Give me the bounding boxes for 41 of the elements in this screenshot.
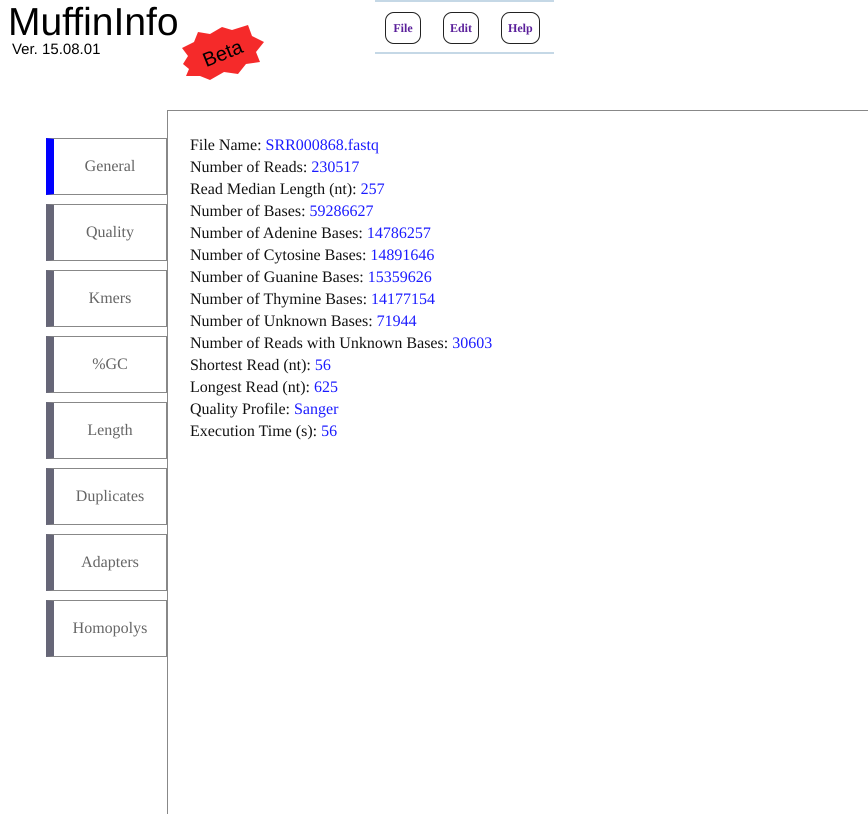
version-label: Ver. 15.08.01 <box>11 42 102 58</box>
info-label: Number of Guanine Bases: <box>190 269 364 286</box>
info-label: Read Median Length (nt): <box>190 181 357 198</box>
info-value: 625 <box>314 379 338 396</box>
sidebar-tab[interactable]: General <box>46 138 167 195</box>
info-label: Execution Time (s): <box>190 423 318 440</box>
menu-button[interactable]: Edit <box>443 12 480 44</box>
info-label: File Name: <box>190 137 262 154</box>
sidebar-tab[interactable]: Adapters <box>46 534 167 591</box>
info-value: 71944 <box>376 313 417 330</box>
info-label: Number of Thymine Bases: <box>190 291 368 308</box>
info-value: 14177154 <box>371 291 436 308</box>
sidebar-tab[interactable]: %GC <box>46 336 167 393</box>
info-label: Number of Unknown Bases: <box>190 313 373 330</box>
sidebar-tab[interactable]: Length <box>46 402 167 459</box>
info-label: Longest Read (nt): <box>190 379 310 396</box>
info-label: Quality Profile: <box>190 401 290 418</box>
info-value: 230517 <box>311 159 360 176</box>
info-value: 30603 <box>452 335 492 352</box>
info-value: Sanger <box>294 401 338 418</box>
menu-button[interactable]: File <box>385 12 421 44</box>
sidebar-tab[interactable]: Homopolys <box>46 600 167 657</box>
info-label: Number of Reads: <box>190 159 308 176</box>
info-label: Shortest Read (nt): <box>190 357 311 374</box>
info-value: 257 <box>360 181 385 198</box>
app-title: MuffinInfo <box>8 4 180 42</box>
info-value: SRR000868.fastq <box>266 137 379 154</box>
info-value: 56 <box>314 357 331 374</box>
sidebar-tab[interactable]: Duplicates <box>46 468 167 525</box>
info-label: Number of Cytosine Bases: <box>190 247 366 264</box>
info-value: 59286627 <box>310 203 374 220</box>
info-value: 56 <box>321 423 338 440</box>
info-label: Number of Adenine Bases: <box>190 225 363 242</box>
info-value: 14786257 <box>366 225 431 242</box>
info-label: Number of Bases: <box>190 203 306 220</box>
sidebar-tab[interactable]: Kmers <box>46 270 167 327</box>
info-label: Number of Reads with Unknown Bases: <box>190 335 448 352</box>
info-value: 14891646 <box>370 247 434 264</box>
info-value: 15359626 <box>368 269 432 286</box>
menu-button[interactable]: Help <box>501 12 540 44</box>
sidebar-tab[interactable]: Quality <box>46 204 167 261</box>
